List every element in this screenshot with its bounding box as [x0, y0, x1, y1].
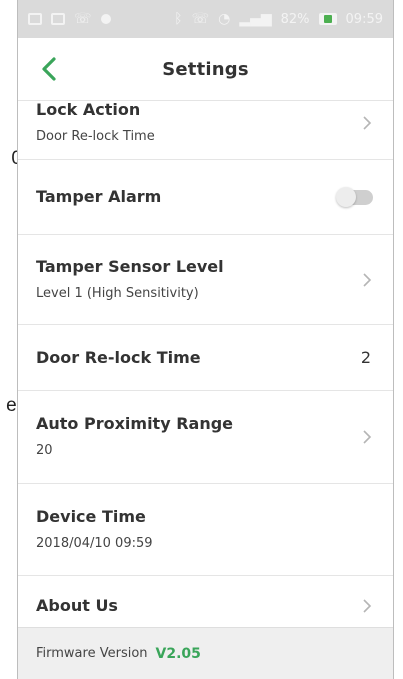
- phone-icon: ☏: [74, 11, 92, 27]
- firmware-footer: Firmware Version V2.05: [18, 627, 393, 679]
- row-subtitle: 2018/04/10 09:59: [36, 535, 153, 551]
- message-icon: [28, 13, 42, 25]
- chevron-right-icon: [363, 599, 372, 613]
- settings-row-about-us[interactable]: About Us: [18, 576, 393, 627]
- row-title: Tamper Alarm: [36, 187, 162, 206]
- row-title: About Us: [36, 596, 118, 615]
- chevron-right-icon: [363, 116, 372, 130]
- toggle-knob: [336, 186, 356, 207]
- row-title: Lock Action: [36, 101, 141, 119]
- status-time: 09:59: [345, 11, 383, 27]
- firmware-label: Firmware Version: [36, 646, 148, 661]
- settings-list: Lock Action Door Re-lock Time Tamper Ala…: [18, 101, 393, 627]
- settings-row-lock-action[interactable]: Lock Action Door Re-lock Time: [18, 101, 393, 160]
- phone-screen: ☏ ᛒ ☏ ◔ ▂▄▆ 82% 09:59 Settings Lock Acti…: [17, 0, 394, 679]
- app-header: Settings: [18, 38, 393, 101]
- battery-percent: 82%: [280, 11, 310, 27]
- settings-row-device-time[interactable]: Device Time 2018/04/10 09:59: [18, 484, 393, 576]
- page-title: Settings: [162, 58, 249, 80]
- firmware-version: V2.05: [155, 645, 201, 662]
- row-title: Tamper Sensor Level: [36, 256, 224, 276]
- call-icon: ☏: [191, 11, 210, 27]
- settings-row-auto-proximity-range[interactable]: Auto Proximity Range 20: [18, 391, 393, 484]
- row-title: Door Re-lock Time: [36, 347, 201, 367]
- chevron-right-icon: [363, 272, 372, 287]
- door-relock-time-value: 2: [360, 348, 371, 367]
- settings-row-tamper-alarm[interactable]: Tamper Alarm: [18, 160, 393, 235]
- row-subtitle: Door Re-lock Time: [36, 129, 155, 144]
- bluetooth-icon: ᛒ: [174, 11, 183, 27]
- row-subtitle: Level 1 (High Sensitivity): [36, 285, 199, 301]
- back-arrow-icon[interactable]: [38, 54, 62, 84]
- row-title: Device Time: [36, 506, 146, 526]
- settings-row-door-relock-time[interactable]: Door Re-lock Time 2: [18, 325, 393, 391]
- notification-dot-icon: [100, 14, 111, 24]
- row-subtitle: 20: [36, 443, 53, 458]
- chevron-right-icon: [363, 430, 372, 444]
- row-title: Auto Proximity Range: [36, 414, 234, 433]
- status-bar: ☏ ᛒ ☏ ◔ ▂▄▆ 82% 09:59: [18, 0, 393, 38]
- signal-icon: ▂▄▆: [239, 11, 272, 27]
- tamper-alarm-toggle[interactable]: [336, 186, 373, 207]
- mail-icon: [51, 13, 65, 25]
- wifi-icon: ◔: [218, 11, 231, 27]
- settings-row-tamper-sensor-level[interactable]: Tamper Sensor Level Level 1 (High Sensit…: [18, 235, 393, 325]
- battery-icon: [318, 13, 337, 25]
